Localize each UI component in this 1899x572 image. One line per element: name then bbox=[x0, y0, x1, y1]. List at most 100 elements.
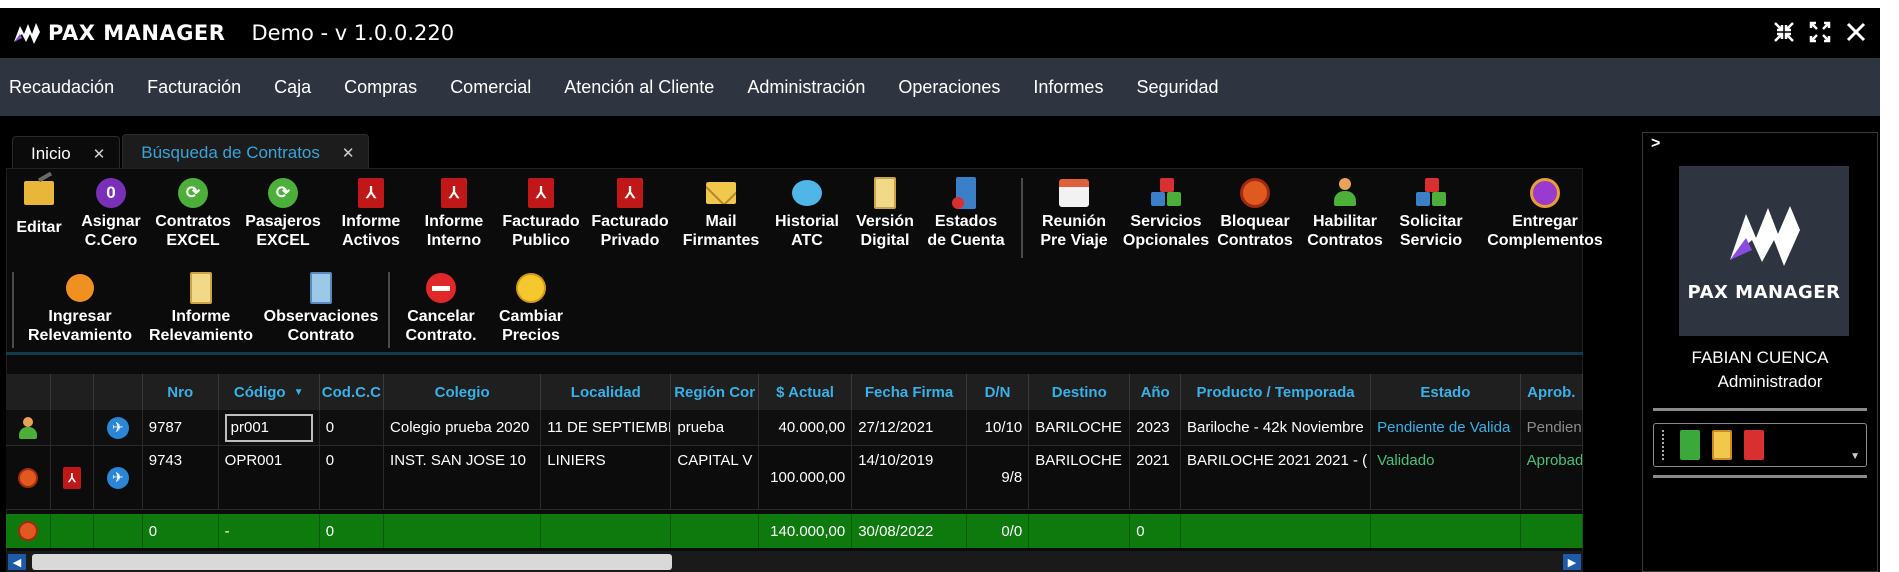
row-action-cell[interactable] bbox=[6, 410, 51, 446]
column-header-fecha-firma[interactable]: Fecha Firma bbox=[852, 374, 967, 410]
menu-atencion-cliente[interactable]: Atención al Cliente bbox=[564, 77, 714, 98]
panel-separator bbox=[6, 352, 1583, 355]
menu-comercial[interactable]: Comercial bbox=[450, 77, 531, 98]
menu-operaciones[interactable]: Operaciones bbox=[898, 77, 1000, 98]
column-header-producto[interactable]: Producto / Temporada bbox=[1181, 374, 1372, 410]
zero-badge-icon: 0 bbox=[96, 178, 126, 208]
total-cell bbox=[1181, 514, 1372, 548]
ingresar-relevamiento-button[interactable]: Ingresar Relevamiento bbox=[20, 273, 140, 345]
menu-facturacion[interactable]: Facturación bbox=[147, 77, 241, 98]
red-book-icon[interactable] bbox=[1744, 430, 1764, 460]
habilitar-contratos-button[interactable]: Habilitar Contratos bbox=[1300, 178, 1390, 250]
informe-interno-button[interactable]: ⅄ Informe Interno bbox=[409, 178, 499, 250]
bloquear-contratos-button[interactable]: Bloquear Contratos bbox=[1210, 178, 1300, 250]
column-header-anio[interactable]: Año bbox=[1130, 374, 1182, 410]
column-header-dn[interactable]: D/N bbox=[966, 374, 1030, 410]
facturado-privado-button[interactable]: ⅄ Facturado Privado bbox=[585, 178, 675, 250]
menu-seguridad[interactable]: Seguridad bbox=[1136, 77, 1218, 98]
pdf-icon[interactable]: ⅄ bbox=[62, 466, 81, 489]
codigo-edit-field[interactable]: pr001 bbox=[224, 413, 313, 442]
chevron-down-icon[interactable]: ▼ bbox=[1850, 451, 1860, 462]
excel-refresh-icon: ⟳ bbox=[178, 178, 208, 208]
yellow-book-icon[interactable] bbox=[1712, 430, 1732, 460]
close-icon[interactable] bbox=[1844, 20, 1868, 44]
informe-activos-button[interactable]: ⅄ Informe Activos bbox=[326, 178, 416, 250]
collapse-icon[interactable] bbox=[1772, 20, 1796, 44]
column-header-region[interactable]: Región Cor bbox=[671, 374, 759, 410]
cell-colegio: Colegio prueba 2020 bbox=[384, 410, 542, 446]
column-header-actual[interactable]: $ Actual bbox=[758, 374, 853, 410]
cambiar-precios-button[interactable]: Cambiar Precios bbox=[486, 273, 576, 345]
cell-fecha-firma: 14/10/2019 bbox=[852, 446, 967, 510]
scrollbar-thumb[interactable] bbox=[32, 554, 672, 570]
contratos-excel-button[interactable]: ⟳ Contratos EXCEL bbox=[148, 178, 238, 250]
plane-icon[interactable]: ✈ bbox=[106, 416, 129, 439]
horizontal-scrollbar[interactable]: ◀ ▶ bbox=[6, 551, 1583, 572]
column-header-codcc[interactable]: Cod.C.C bbox=[319, 374, 385, 410]
mail-firmantes-button[interactable]: Mail Firmantes bbox=[676, 178, 766, 250]
row-action-cell[interactable] bbox=[6, 446, 51, 510]
company-logo: PAX MANAGER bbox=[1679, 166, 1849, 336]
cancelar-contrato-button[interactable]: Cancelar Contrato. bbox=[396, 273, 486, 345]
tab-inicio[interactable]: Inicio ✕ bbox=[12, 136, 121, 170]
total-cell bbox=[1029, 514, 1131, 548]
menu-caja[interactable]: Caja bbox=[274, 77, 311, 98]
green-book-icon[interactable] bbox=[1680, 430, 1700, 460]
pdf-icon: ⅄ bbox=[526, 178, 556, 208]
column-header-aprob[interactable]: Aprob. bbox=[1520, 374, 1583, 410]
cell-actual: 40.000,00 bbox=[758, 410, 853, 446]
row-action-cell[interactable]: ✈ bbox=[93, 446, 143, 510]
cell-dn: 9/8 bbox=[966, 446, 1030, 510]
cell-codcc: 0 bbox=[319, 410, 385, 446]
cell-codigo[interactable]: pr001 bbox=[218, 410, 320, 446]
tab-label: Búsqueda de Contratos bbox=[141, 142, 320, 162]
total-actual: 140.000,00 bbox=[758, 514, 853, 548]
scroll-left-icon[interactable]: ◀ bbox=[8, 554, 26, 570]
plane-icon[interactable]: ✈ bbox=[106, 466, 129, 489]
user-info: FABIAN CUENCA Administrador bbox=[1643, 346, 1877, 394]
pax-logo-icon bbox=[14, 23, 40, 44]
informe-relevamiento-button[interactable]: Informe Relevamiento bbox=[142, 272, 260, 345]
logo-text: PAX MANAGER bbox=[1687, 281, 1841, 303]
row-action-cell[interactable]: ⅄ bbox=[50, 446, 94, 510]
tab-busqueda-contratos[interactable]: Búsqueda de Contratos ✕ bbox=[122, 134, 370, 170]
entregar-complementos-button[interactable]: Entregar Complementos bbox=[1480, 178, 1610, 250]
column-header-estado[interactable]: Estado bbox=[1371, 374, 1521, 410]
menu-administracion[interactable]: Administración bbox=[747, 77, 865, 98]
menu-recaudacion[interactable]: Recaudación bbox=[9, 77, 114, 98]
block-icon[interactable] bbox=[17, 467, 38, 488]
total-cell bbox=[384, 514, 542, 548]
menu-compras[interactable]: Compras bbox=[344, 77, 417, 98]
column-header-destino[interactable]: Destino bbox=[1029, 374, 1131, 410]
estados-cuenta-button[interactable]: Estados de Cuenta bbox=[921, 177, 1011, 250]
pasajeros-excel-button[interactable]: ⟳ Pasajeros EXCEL bbox=[238, 178, 328, 250]
block-icon bbox=[17, 521, 38, 541]
column-header-codigo[interactable]: Código ▼ bbox=[218, 374, 320, 410]
panel-toggle-icon[interactable]: > bbox=[1651, 135, 1660, 153]
column-header-nro[interactable]: Nro bbox=[142, 374, 219, 410]
chat-icon bbox=[792, 178, 822, 208]
column-header-localidad[interactable]: Localidad bbox=[541, 374, 672, 410]
table-row[interactable]: ✈ 9787 pr001 0 Colegio prueba 2020 11 DE… bbox=[6, 410, 1583, 446]
expand-icon[interactable] bbox=[1808, 20, 1832, 44]
servicios-opcionales-button[interactable]: Servicios Opcionales bbox=[1121, 178, 1211, 250]
user-enable-icon[interactable] bbox=[17, 416, 39, 439]
cubes-icon bbox=[1151, 178, 1181, 208]
historial-atc-button[interactable]: Historial ATC bbox=[762, 178, 852, 250]
facturado-publico-button[interactable]: ⅄ Facturado Publico bbox=[496, 178, 586, 250]
reunion-pre-viaje-button[interactable]: Reunión Pre Viaje bbox=[1029, 178, 1119, 250]
close-tab-icon[interactable]: ✕ bbox=[342, 144, 355, 162]
scroll-right-icon[interactable]: ▶ bbox=[1563, 554, 1581, 570]
book-icon bbox=[186, 272, 216, 304]
drag-handle-icon[interactable] bbox=[1662, 430, 1668, 460]
column-header-colegio[interactable]: Colegio bbox=[384, 374, 542, 410]
menu-informes[interactable]: Informes bbox=[1033, 77, 1103, 98]
table-row[interactable]: ⅄ ✈ 9743 OPR001 0 INST. SAN JOSE 10 LINI… bbox=[6, 446, 1583, 510]
row-action-cell[interactable]: ✈ bbox=[93, 410, 143, 446]
observaciones-contrato-button[interactable]: Observaciones Contrato bbox=[262, 272, 380, 345]
column-header bbox=[6, 374, 51, 410]
asignar-ccero-button[interactable]: 0 Asignar C.Cero bbox=[66, 178, 156, 250]
version-digital-button[interactable]: Versión Digital bbox=[840, 177, 930, 250]
solicitar-servicio-button[interactable]: Solicitar Servicio bbox=[1386, 178, 1476, 250]
close-tab-icon[interactable]: ✕ bbox=[93, 145, 106, 163]
